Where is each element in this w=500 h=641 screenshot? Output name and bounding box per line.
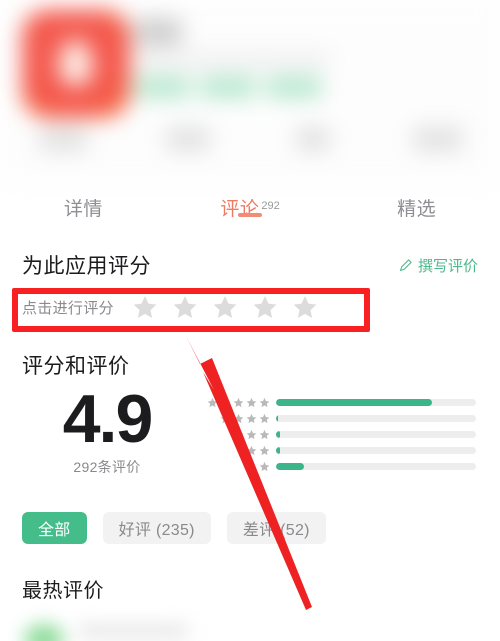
tab-featured[interactable]: 精选 (333, 190, 500, 221)
rating-histogram (198, 394, 476, 474)
star-icon (246, 429, 257, 439)
star-icon (207, 397, 218, 407)
histogram-bar-track (276, 414, 476, 422)
pencil-icon (399, 258, 412, 271)
histogram-bar-fill (276, 446, 280, 454)
hot-review-item-blurred (0, 620, 500, 641)
histogram-row-stars (198, 413, 276, 424)
star-icon[interactable] (252, 294, 278, 320)
histogram-bar-track (276, 430, 476, 438)
histogram-bar-fill (276, 462, 304, 470)
star-icon (233, 413, 244, 423)
star-icon (233, 397, 244, 407)
app-tag (200, 76, 256, 98)
histogram-row (198, 442, 476, 458)
histogram-row-stars (198, 397, 276, 408)
app-tag (134, 76, 190, 98)
app-stat-item (125, 126, 250, 152)
star-icon (259, 429, 270, 439)
app-tag-list (134, 76, 322, 98)
tab-reviews-count: 292 (261, 199, 280, 212)
star-icon[interactable] (212, 294, 238, 320)
ratings-reviews-title: 评分和评价 (22, 355, 130, 378)
tab-active-underline (238, 213, 262, 217)
hot-reviews-section: 最热评价 (22, 574, 104, 603)
histogram-row (198, 394, 476, 410)
star-icon[interactable] (172, 294, 198, 320)
tab-bar: 详情 评论 292 精选 (0, 190, 500, 240)
rate-app-section: 为此应用评分 撰写评价 (0, 250, 500, 280)
histogram-row (198, 410, 476, 426)
app-tag (266, 76, 322, 98)
app-stat-item (375, 126, 500, 152)
rating-star-input[interactable] (132, 294, 318, 320)
star-icon (246, 445, 257, 455)
star-icon (246, 397, 257, 407)
filter-chip-positive-label: 好评 (235) (118, 522, 195, 539)
histogram-bar-track (276, 446, 476, 454)
star-icon (259, 461, 270, 471)
filter-chip-all[interactable]: 全部 (22, 512, 87, 544)
histogram-bar-track (276, 462, 476, 470)
star-icon[interactable] (292, 294, 318, 320)
histogram-bar-fill (276, 414, 278, 422)
star-icon (259, 397, 270, 407)
filter-chip-negative-label: 差评 (52) (242, 522, 310, 539)
histogram-row-stars (198, 445, 276, 456)
app-subtitle-placeholder (134, 52, 330, 68)
tab-details[interactable]: 详情 (0, 190, 167, 221)
write-review-label: 撰写评价 (417, 257, 478, 275)
histogram-bar-fill (276, 430, 280, 438)
average-score-block: 4.9 292条评价 (22, 381, 192, 477)
histogram-row-stars (198, 429, 276, 440)
filter-chip-positive[interactable]: 好评 (235) (102, 512, 211, 544)
app-stat-item (250, 126, 375, 152)
write-review-button[interactable]: 撰写评价 (398, 255, 478, 276)
histogram-row (198, 458, 476, 474)
star-icon (246, 413, 257, 423)
average-score: 4.9 (62, 381, 154, 457)
app-icon (22, 10, 130, 118)
star-icon (259, 445, 270, 455)
app-header-blurred (0, 0, 500, 186)
rate-hint-label: 点击进行评分 (22, 299, 114, 317)
filter-chip-all-label: 全部 (38, 522, 71, 539)
avatar (24, 624, 64, 641)
review-filter-chips: 全部 好评 (235) 差评 (52) (22, 512, 326, 544)
histogram-row (198, 426, 476, 442)
star-icon[interactable] (132, 294, 158, 320)
review-author-placeholder (78, 624, 188, 638)
app-title-placeholder (134, 18, 182, 46)
hot-reviews-title: 最热评价 (22, 580, 104, 602)
review-count-label: 292条评价 (73, 458, 141, 475)
star-icon (259, 413, 270, 423)
star-icon (220, 413, 231, 423)
tab-details-label: 详情 (63, 199, 103, 220)
filter-chip-negative[interactable]: 差评 (52) (226, 512, 326, 544)
rate-stars-row[interactable]: 点击进行评分 (22, 294, 318, 320)
star-icon (233, 429, 244, 439)
app-icon-glyph (59, 40, 93, 87)
rate-app-title: 为此应用评分 (22, 255, 151, 278)
app-review-page: 详情 评论 292 精选 为此应用评分 撰写评价 点击进行评分 评分和评价 4.… (0, 0, 500, 641)
tab-reviews[interactable]: 评论 292 (167, 190, 334, 221)
tab-featured-label: 精选 (397, 199, 437, 220)
ratings-reviews-section: 评分和评价 4.9 292条评价 (0, 350, 500, 475)
star-icon (220, 397, 231, 407)
app-stats-row (0, 126, 500, 152)
histogram-bar-track (276, 398, 476, 406)
app-stat-item (0, 126, 125, 152)
histogram-row-stars (198, 461, 276, 472)
histogram-bar-fill (276, 398, 432, 406)
